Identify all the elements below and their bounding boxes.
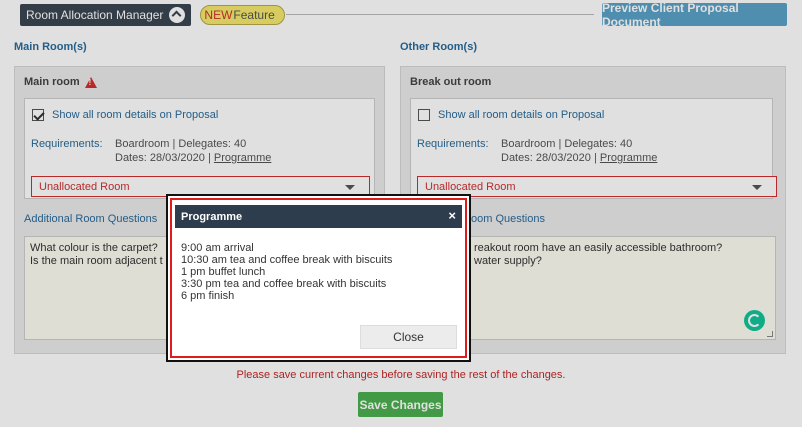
modal-header: Programme ×: [175, 205, 462, 228]
programme-line: 9:00 am arrival: [181, 242, 254, 254]
modal-title: Programme: [181, 210, 243, 223]
programme-line: 1 pm buffet lunch: [181, 266, 266, 278]
programme-modal: Programme × 9:00 am arrival 10:30 am tea…: [166, 194, 471, 362]
page: Room Allocation Manager NEW Feature Prev…: [0, 0, 802, 427]
programme-line: 6 pm finish: [181, 290, 235, 302]
programme-modal-inner: Programme × 9:00 am arrival 10:30 am tea…: [170, 198, 467, 358]
programme-line: 10:30 am tea and coffee break with biscu…: [181, 254, 393, 266]
close-icon[interactable]: ×: [448, 209, 456, 222]
programme-line: 3:30 pm tea and coffee break with biscui…: [181, 278, 387, 290]
modal-close-button[interactable]: Close: [360, 325, 457, 349]
programme-list: 9:00 am arrival 10:30 am tea and coffee …: [181, 242, 392, 302]
